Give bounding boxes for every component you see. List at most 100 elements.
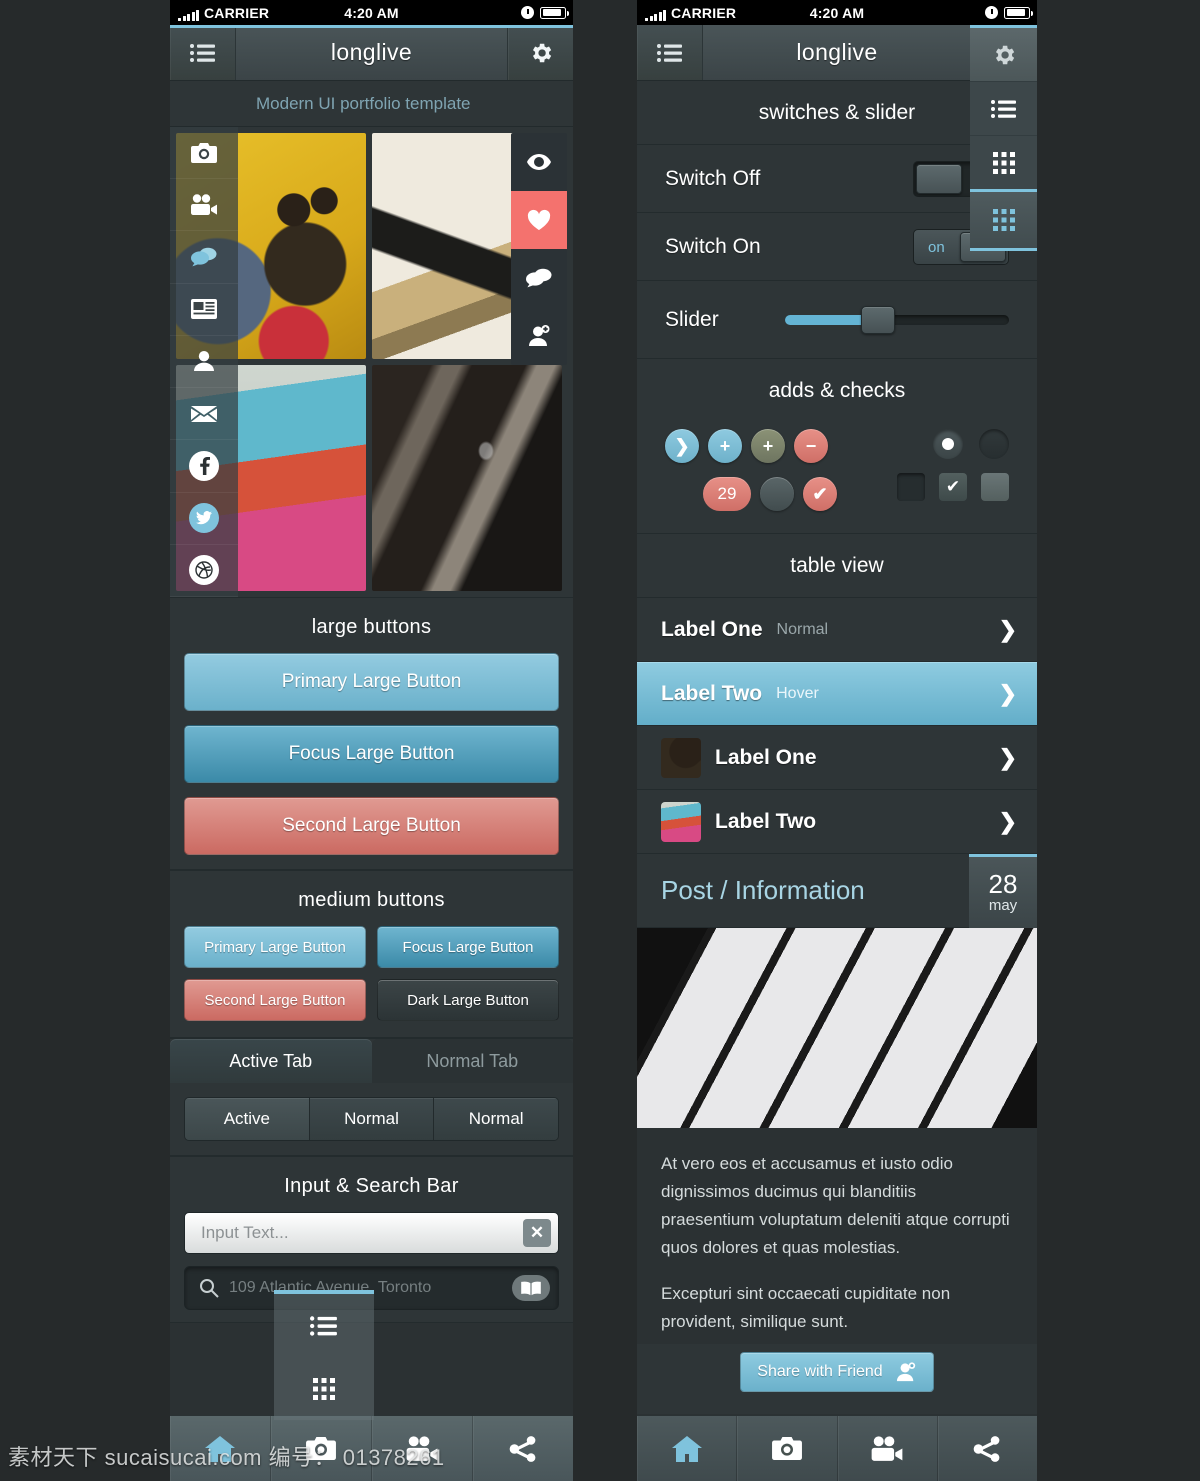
comment-button[interactable] [511, 249, 567, 307]
large-buttons-panel: large buttons Primary Large Button Focus… [170, 597, 573, 870]
menu-button-left[interactable] [170, 25, 236, 80]
eye-icon [527, 154, 551, 170]
battery-icon [540, 6, 569, 19]
tabbar-share-right[interactable] [938, 1416, 1037, 1481]
text-input-field[interactable]: Input Text... ✕ [184, 1212, 559, 1254]
slider-label: Slider [665, 307, 719, 331]
tab-strip: Active Tab Normal Tab [170, 1039, 573, 1083]
view-button[interactable] [511, 133, 567, 191]
tab-normal[interactable]: Normal Tab [371, 1039, 573, 1083]
adds-row-2: 29 ✔ [665, 477, 837, 511]
sidebar-item-dribbble[interactable] [170, 545, 238, 597]
sidebar-item-twitter[interactable] [170, 493, 238, 545]
dropdown-item-grid-active[interactable] [970, 189, 1037, 251]
list-icon [990, 99, 1017, 118]
sidebar-item-video[interactable] [170, 179, 238, 232]
dropdown-item-gear[interactable] [970, 28, 1037, 81]
settings-button-left[interactable] [507, 25, 573, 80]
home-icon [671, 1435, 702, 1462]
focus-medium-button[interactable]: Focus Large Button [377, 926, 559, 968]
gear-icon [991, 42, 1017, 68]
radio-selected[interactable] [933, 429, 963, 459]
chevron-right-icon: ❯ [998, 681, 1017, 706]
add-user-icon [527, 325, 551, 347]
sidebar-item-camera[interactable] [170, 127, 238, 180]
sidebar-item-profile[interactable] [170, 336, 238, 389]
list-icon [656, 43, 683, 62]
medium-buttons-grid: Primary Large Button Focus Large Button … [170, 926, 573, 1037]
chevron-right-icon: ❯ [998, 744, 1017, 770]
dribbble-icon [189, 555, 219, 586]
table-row[interactable]: Label Two Hover ❯ [637, 662, 1037, 726]
check-button-red[interactable]: ✔ [803, 477, 837, 511]
checkbox-dark[interactable] [897, 473, 925, 501]
sidebar-item-chat[interactable] [170, 231, 238, 284]
switch-knob [916, 163, 962, 194]
dark-medium-button[interactable]: Dark Large Button [377, 979, 559, 1021]
blank-circle-button[interactable] [760, 477, 794, 511]
post-image [637, 928, 1037, 1128]
accent-line [170, 25, 573, 28]
add-friend-button[interactable] [511, 307, 567, 365]
radio-empty[interactable] [979, 429, 1009, 459]
segment-active[interactable]: Active [185, 1098, 310, 1140]
like-button[interactable] [511, 191, 567, 249]
tabbar-video-right[interactable] [838, 1416, 938, 1481]
grid-icon [992, 151, 1015, 174]
slider-row: Slider [637, 281, 1037, 359]
video-camera-icon [870, 1435, 904, 1462]
menu-button-right[interactable] [637, 25, 703, 80]
gallery-tile-4[interactable] [372, 365, 562, 591]
chevron-right-icon: ❯ [998, 616, 1017, 642]
table-row[interactable]: Label One ❯ [637, 726, 1037, 790]
sidebar-item-mail[interactable] [170, 388, 238, 441]
table-row[interactable]: Label Two ❯ [637, 790, 1037, 854]
second-medium-button[interactable]: Second Large Button [184, 979, 366, 1021]
sidebar-item-facebook[interactable] [170, 440, 238, 493]
gear-dropdown-menu [970, 25, 1037, 251]
tabbar-camera-right[interactable] [737, 1416, 838, 1481]
phone-left: CARRIER 4:20 AM longlive Modern UI portf… [170, 0, 573, 1481]
row-thumbnail [661, 737, 701, 778]
tabbar-home-right[interactable] [637, 1416, 738, 1481]
dropdown-item-list[interactable] [970, 81, 1037, 135]
sidebar-item-news[interactable] [170, 284, 238, 336]
input-wrap: Input Text... ✕ [170, 1212, 573, 1266]
table-row[interactable]: Label One Normal ❯ [637, 598, 1037, 662]
add-user-icon [895, 1362, 917, 1382]
close-icon[interactable]: ✕ [523, 1219, 551, 1247]
plus-button-olive[interactable]: + [751, 429, 785, 463]
popup-list-button[interactable] [274, 1294, 374, 1357]
segment-normal-2[interactable]: Normal [434, 1098, 558, 1140]
chevron-right-button[interactable]: ❯ [665, 429, 699, 463]
clock-label: 4:20 AM [809, 4, 865, 21]
checkbox-light[interactable] [981, 473, 1009, 501]
tabs-panel: Active Tab Normal Tab Active Normal Norm… [170, 1038, 573, 1156]
popup-grid-button[interactable] [274, 1357, 374, 1420]
table-row-label: Label One [715, 745, 817, 769]
checkbox-checked[interactable]: ✔ [939, 473, 967, 501]
book-icon[interactable] [512, 1275, 550, 1301]
camera-icon [191, 142, 217, 163]
slider-thumb[interactable] [861, 305, 896, 334]
tab-active[interactable]: Active Tab [170, 1039, 372, 1083]
plus-button-blue[interactable]: + [708, 429, 742, 463]
slider-track[interactable] [785, 305, 1009, 334]
minus-button-red[interactable]: − [794, 429, 828, 463]
page-root: CARRIER 4:20 AM longlive Modern UI portf… [0, 0, 1200, 1481]
share-with-friend-button[interactable]: Share with Friend [740, 1352, 934, 1393]
second-large-button[interactable]: Second Large Button [184, 797, 559, 855]
watermark: 素材天下 sucaisucai.com 编号： 01378261 [8, 1445, 445, 1470]
mail-icon [191, 405, 217, 423]
tabbar-share-left[interactable] [473, 1416, 573, 1481]
photo-action-rail [511, 133, 567, 365]
medium-buttons-title: medium buttons [170, 871, 573, 926]
dropdown-item-grid[interactable] [970, 135, 1037, 189]
primary-large-button[interactable]: Primary Large Button [184, 653, 559, 711]
segment-normal-1[interactable]: Normal [309, 1098, 435, 1140]
focus-large-button[interactable]: Focus Large Button [184, 725, 559, 783]
status-bar-right: CARRIER 4:20 AM [637, 0, 1037, 25]
primary-medium-button[interactable]: Primary Large Button [184, 926, 366, 968]
table-row-label: Label One [661, 617, 763, 641]
list-icon [310, 1315, 338, 1336]
